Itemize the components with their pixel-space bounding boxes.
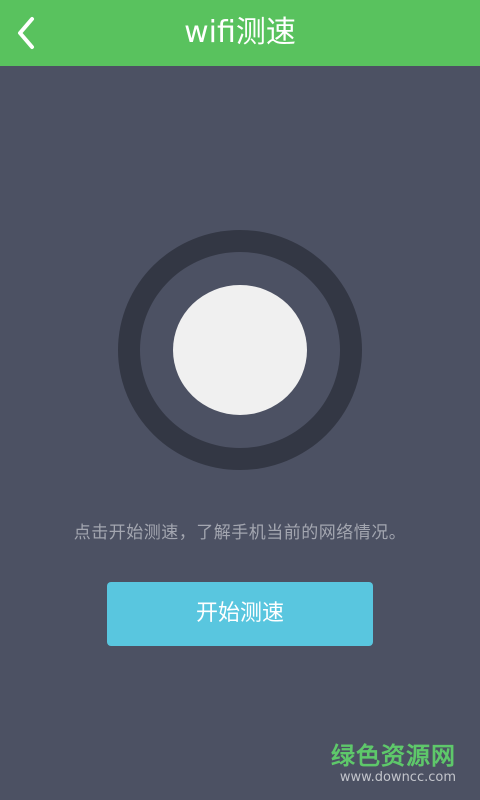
watermark: 绿色资源网 www.downcc.com bbox=[331, 742, 456, 786]
start-test-button[interactable]: 开始测速 bbox=[107, 582, 373, 646]
hint-text: 点击开始测速，了解手机当前的网络情况。 bbox=[73, 523, 407, 543]
page-title: wifi测速 bbox=[184, 15, 296, 50]
watermark-title: 绿色资源网 bbox=[331, 742, 456, 770]
watermark-url: www.downcc.com bbox=[339, 770, 456, 785]
app-bar: wifi测速 bbox=[0, 0, 480, 66]
speed-indicator-dot bbox=[173, 285, 307, 415]
